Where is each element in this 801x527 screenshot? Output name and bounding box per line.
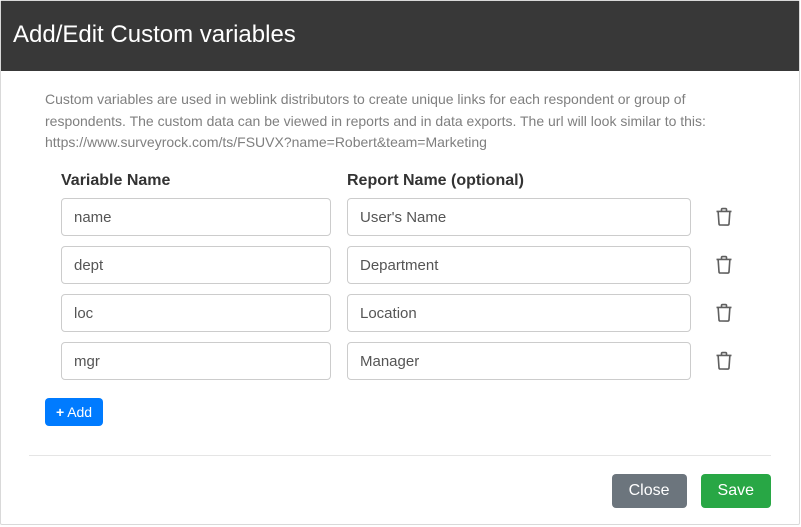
- report-name-input[interactable]: [347, 294, 691, 332]
- trash-icon: [715, 303, 733, 323]
- modal-title: Add/Edit Custom variables: [13, 21, 296, 48]
- variable-row: [61, 198, 755, 236]
- modal-header: Add/Edit Custom variables: [1, 1, 799, 71]
- variable-row: [61, 342, 755, 380]
- plus-icon: +: [56, 405, 64, 419]
- add-row-button[interactable]: + Add: [45, 398, 103, 426]
- delete-row-button[interactable]: [713, 301, 735, 325]
- modal-description: Custom variables are used in weblink dis…: [45, 89, 755, 154]
- col-header-variable: Variable Name: [61, 172, 331, 190]
- variables-area: Variable Name Report Name (optional): [45, 172, 755, 426]
- col-header-report: Report Name (optional): [347, 172, 691, 190]
- delete-row-button[interactable]: [713, 253, 735, 277]
- trash-icon: [715, 351, 733, 371]
- variable-name-input[interactable]: [61, 246, 331, 284]
- trash-icon: [715, 207, 733, 227]
- modal-footer: Close Save: [29, 455, 771, 524]
- variable-row: [61, 294, 755, 332]
- close-button[interactable]: Close: [612, 474, 687, 508]
- delete-row-button[interactable]: [713, 349, 735, 373]
- variable-name-input[interactable]: [61, 198, 331, 236]
- trash-icon: [715, 255, 733, 275]
- modal-body: Custom variables are used in weblink dis…: [1, 71, 799, 455]
- column-headers: Variable Name Report Name (optional): [61, 172, 755, 190]
- variable-row: [61, 246, 755, 284]
- add-label: Add: [67, 404, 92, 420]
- delete-row-button[interactable]: [713, 205, 735, 229]
- variable-name-input[interactable]: [61, 294, 331, 332]
- variable-name-input[interactable]: [61, 342, 331, 380]
- save-button[interactable]: Save: [701, 474, 771, 508]
- report-name-input[interactable]: [347, 342, 691, 380]
- report-name-input[interactable]: [347, 246, 691, 284]
- report-name-input[interactable]: [347, 198, 691, 236]
- modal-dialog: Add/Edit Custom variables Custom variabl…: [0, 0, 800, 525]
